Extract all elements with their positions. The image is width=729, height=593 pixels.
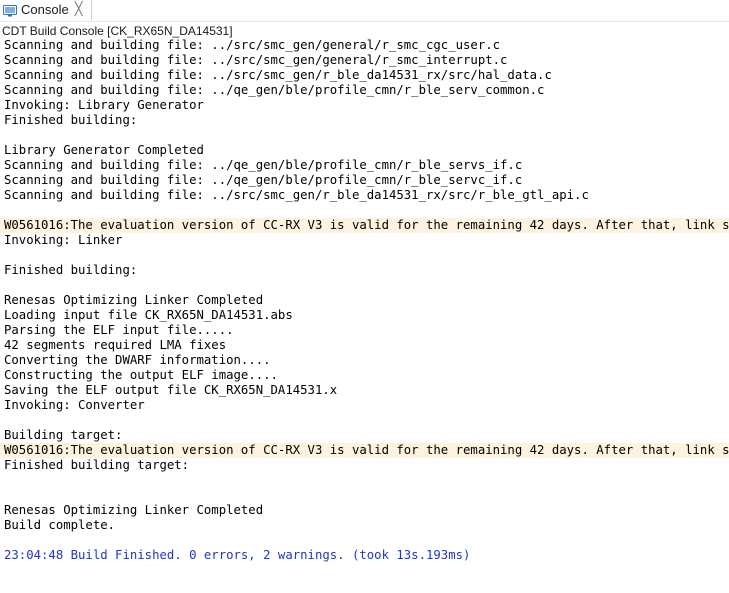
console-output[interactable]: Scanning and building file: ../src/smc_g… <box>0 38 729 593</box>
console-title: CDT Build Console [CK_RX65N_DA14531] <box>2 24 233 38</box>
view-tab-bar: Console ╳ <box>0 0 729 22</box>
console-monitor-icon <box>3 4 17 16</box>
console-line: Scanning and building file: ../qe_gen/bl… <box>4 173 523 187</box>
console-status-line: 23:04:48 Build Finished. 0 errors, 2 war… <box>4 548 471 562</box>
console-line: 42 segments required LMA fixes <box>4 338 227 352</box>
tab-console[interactable]: Console ╳ <box>0 0 92 21</box>
console-line: Invoking: Library Generator <box>4 98 204 112</box>
console-line: Library Generator Completed <box>4 143 204 157</box>
close-icon[interactable]: ╳ <box>75 3 83 16</box>
console-line: Converting the DWARF information.... <box>4 353 271 367</box>
console-line: Scanning and building file: ../src/smc_g… <box>4 68 552 82</box>
console-warning-line: W0561016:The evaluation version of CC-RX… <box>0 218 729 233</box>
console-line: Saving the ELF output file CK_RX65N_DA14… <box>4 383 338 397</box>
console-warning-line: W0561016:The evaluation version of CC-RX… <box>0 443 729 458</box>
console-line: Constructing the output ELF image.... <box>4 368 278 382</box>
console-line: Finished building: <box>4 113 138 127</box>
console-line: Scanning and building file: ../qe_gen/bl… <box>4 83 545 97</box>
console-line: Scanning and building file: ../src/smc_g… <box>4 53 508 67</box>
console-line: Invoking: Converter <box>4 398 145 412</box>
console-line: Build complete. <box>4 518 116 532</box>
console-line: Scanning and building file: ../qe_gen/bl… <box>4 158 523 172</box>
console-line: Finished building target: <box>4 458 190 472</box>
console-line: Loading input file CK_RX65N_DA14531.abs <box>4 308 293 322</box>
console-line: Invoking: Linker <box>4 233 123 247</box>
tab-console-label: Console <box>21 2 69 17</box>
console-line: Renesas Optimizing Linker Completed <box>4 293 264 307</box>
console-line: Renesas Optimizing Linker Completed <box>4 503 264 517</box>
console-line: Parsing the ELF input file..... <box>4 323 234 337</box>
console-line: Scanning and building file: ../src/smc_g… <box>4 188 589 202</box>
console-line: Building target: <box>4 428 123 442</box>
console-line: Scanning and building file: ../src/smc_g… <box>4 38 501 52</box>
console-line: Finished building: <box>4 263 138 277</box>
